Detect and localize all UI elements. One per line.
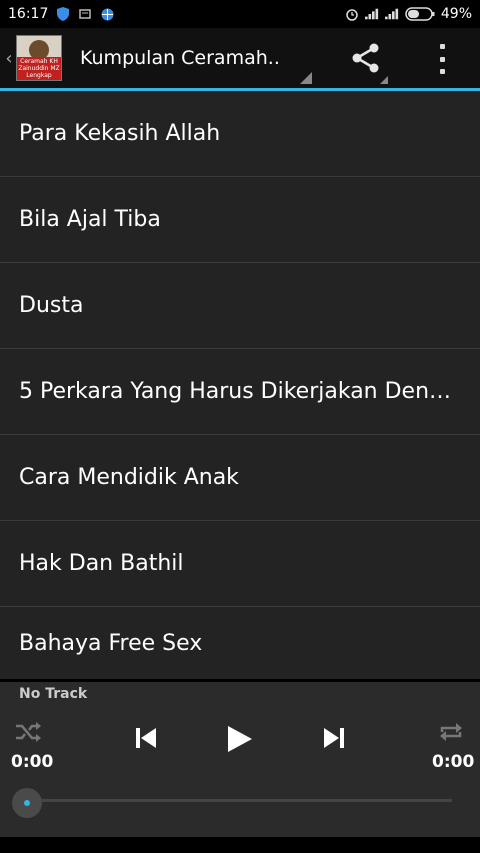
battery-icon [405, 7, 435, 21]
next-icon[interactable] [322, 726, 346, 750]
status-bar: 16:17 49% [0, 0, 480, 28]
total-duration: 0:00 [432, 752, 475, 772]
previous-icon[interactable] [134, 726, 158, 750]
alarm-icon [345, 7, 359, 21]
lecture-list: Para Kekasih Allah Bila Ajal Tiba Dusta … [0, 91, 480, 679]
list-item[interactable]: Hak Dan Bathil [0, 521, 480, 607]
clock: 16:17 [8, 6, 49, 22]
action-bar: ‹ Ceramah KH Zainuddin MZ Lengkap Kumpul… [0, 28, 480, 91]
seek-bar[interactable] [28, 799, 452, 802]
globe-icon [100, 7, 114, 21]
elapsed-time: 0:00 [11, 752, 54, 772]
share-icon[interactable] [350, 42, 382, 74]
signal-icon [364, 7, 379, 21]
shuffle-icon[interactable] [14, 720, 44, 744]
list-item[interactable]: Bila Ajal Tiba [0, 177, 480, 263]
shield-icon [56, 7, 70, 21]
play-icon[interactable] [226, 724, 254, 754]
track-title: No Track [19, 686, 88, 702]
app-icon-label: Ceramah KH Zainuddin MZ Lengkap [17, 57, 61, 80]
title-dropdown-indicator [300, 72, 312, 84]
list-item[interactable]: Dusta [0, 263, 480, 349]
list-item[interactable]: Cara Mendidik Anak [0, 435, 480, 521]
battery-percent: 49% [440, 6, 472, 22]
signal-icon [384, 7, 399, 21]
share-dropdown-indicator [380, 76, 388, 84]
overflow-menu-icon[interactable] [430, 44, 454, 74]
app-title[interactable]: Kumpulan Ceramah.. [80, 47, 290, 69]
list-item[interactable]: Para Kekasih Allah [0, 91, 480, 177]
app-icon[interactable]: Ceramah KH Zainuddin MZ Lengkap [16, 35, 62, 81]
list-item[interactable]: Bahaya Free Sex [0, 607, 480, 679]
back-chevron-icon[interactable]: ‹ [2, 48, 16, 69]
list-item[interactable]: 5 Perkara Yang Harus Dikerjakan Deng... [0, 349, 480, 435]
media-player: No Track 0:00 0:00 [0, 682, 480, 837]
repeat-icon[interactable] [438, 720, 464, 744]
bottom-edge [0, 837, 480, 853]
seek-thumb[interactable] [12, 788, 42, 818]
message-icon [78, 7, 92, 21]
